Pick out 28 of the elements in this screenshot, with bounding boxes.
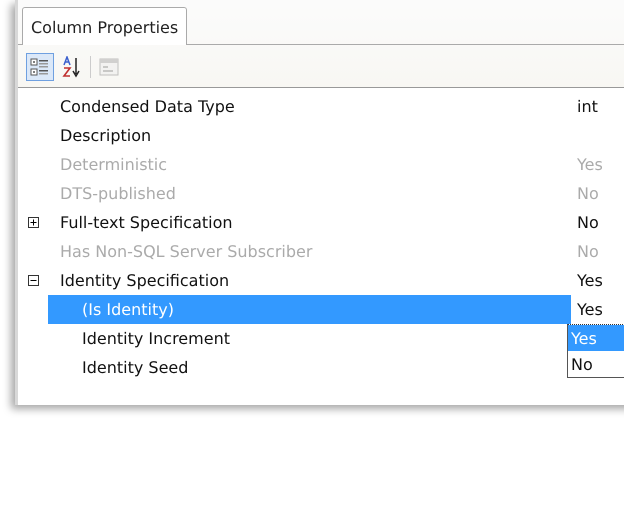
sort-alphabetical-icon xyxy=(62,56,82,78)
collapse-icon[interactable] xyxy=(28,275,38,286)
property-name: (Is Identity) xyxy=(81,300,175,319)
property-value[interactable]: Yes xyxy=(577,300,603,319)
property-name: Deterministic xyxy=(59,155,168,174)
dropdown-option[interactable]: No xyxy=(568,351,624,377)
property-row[interactable]: Identity Seed xyxy=(48,353,571,382)
property-row[interactable]: Full-text Specification xyxy=(48,208,571,237)
property-name: Identity Increment xyxy=(81,329,231,348)
categorized-icon xyxy=(30,57,50,77)
property-name: Identity Seed xyxy=(81,358,190,377)
panel-tab[interactable]: Column Properties xyxy=(22,7,188,45)
property-name: Description xyxy=(59,126,152,145)
property-value[interactable]: Yes xyxy=(577,271,603,290)
property-row[interactable]: Identity Specification xyxy=(48,266,571,295)
property-name: Identity Specification xyxy=(59,271,230,290)
expand-icon[interactable] xyxy=(28,217,38,228)
property-value[interactable]: No xyxy=(577,213,599,232)
property-name: Full-text Specification xyxy=(59,213,234,232)
property-name: Has Non-SQL Server Subscriber xyxy=(59,242,314,261)
property-pages-icon xyxy=(99,58,119,76)
property-row[interactable]: Description xyxy=(48,121,571,150)
property-value[interactable]: int xyxy=(577,97,598,116)
categorized-button[interactable] xyxy=(26,53,54,81)
property-name: DTS-published xyxy=(59,184,177,203)
property-row[interactable]: Condensed Data Type xyxy=(48,92,571,121)
property-row[interactable]: Identity Increment xyxy=(48,324,571,353)
property-name: Condensed Data Type xyxy=(59,97,236,116)
